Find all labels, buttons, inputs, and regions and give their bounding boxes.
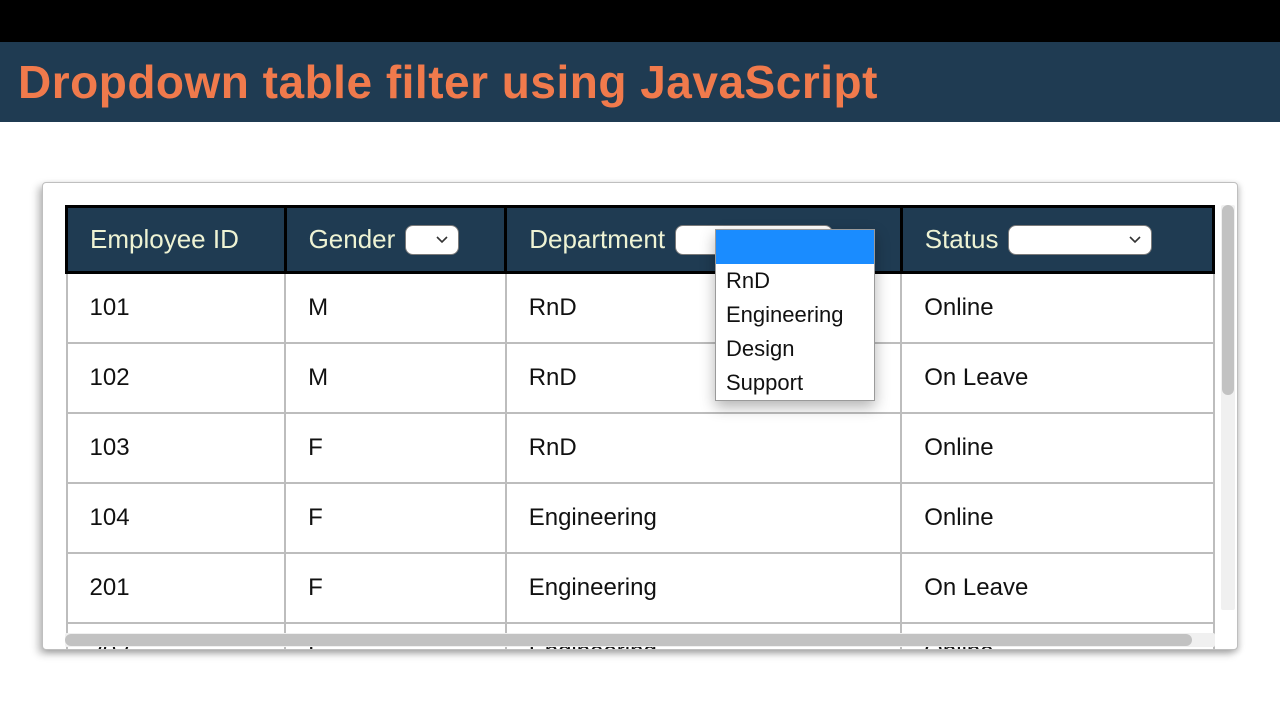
header-label-status: Status [925,224,999,255]
horizontal-scrollbar-thumb[interactable] [65,634,1192,646]
table-row: 102 M RnD On Leave [67,343,1214,413]
chevron-down-icon [1129,234,1141,246]
table-row: 201 F Engineering On Leave [67,553,1214,623]
cell-gender: M [285,273,506,344]
header-label-department: Department [529,224,665,255]
cell-id: 102 [67,343,286,413]
department-dropdown-list[interactable]: RnD Engineering Design Support [715,229,875,401]
vertical-scrollbar[interactable] [1221,205,1235,610]
table-row: 101 M RnD Online [67,273,1214,344]
cell-gender: F [285,483,506,553]
cell-status: On Leave [901,553,1213,623]
employee-table: Employee ID Gender [65,205,1215,650]
dropdown-option-engineering[interactable]: Engineering [716,298,874,332]
dropdown-option-blank[interactable] [716,230,874,264]
title-bar: Dropdown table filter using JavaScript [0,42,1280,122]
page-title: Dropdown table filter using JavaScript [18,55,878,109]
table-row: 103 F RnD Online [67,413,1214,483]
table-body: 101 M RnD Online 102 M RnD On Leave 103 … [67,273,1214,651]
header-status: Status [901,207,1213,273]
content-area: Employee ID Gender [0,122,1280,650]
cell-status: Online [901,413,1213,483]
cell-status: On Leave [901,343,1213,413]
table-header-row: Employee ID Gender [67,207,1214,273]
dropdown-option-design[interactable]: Design [716,332,874,366]
cell-id: 201 [67,553,286,623]
table-card: Employee ID Gender [42,182,1238,650]
vertical-scrollbar-thumb[interactable] [1222,205,1234,395]
cell-dept: Engineering [506,483,902,553]
header-gender: Gender [285,207,506,273]
cell-gender: F [285,413,506,483]
gender-filter-select[interactable] [405,225,459,255]
cell-id: 104 [67,483,286,553]
dropdown-option-rnd[interactable]: RnD [716,264,874,298]
cell-status: Online [901,273,1213,344]
header-employee-id: Employee ID [67,207,286,273]
cell-gender: M [285,343,506,413]
cell-gender: F [285,553,506,623]
cell-id: 103 [67,413,286,483]
chevron-down-icon [436,234,448,246]
top-black-bar [0,0,1280,42]
horizontal-scrollbar[interactable] [65,633,1215,647]
table-row: 104 F Engineering Online [67,483,1214,553]
header-label-gender: Gender [309,224,396,255]
header-label-id: Employee ID [90,224,239,255]
cell-status: Online [901,483,1213,553]
cell-id: 101 [67,273,286,344]
cell-dept: Engineering [506,553,902,623]
dropdown-option-support[interactable]: Support [716,366,874,400]
status-filter-select[interactable] [1008,225,1152,255]
cell-dept: RnD [506,413,902,483]
